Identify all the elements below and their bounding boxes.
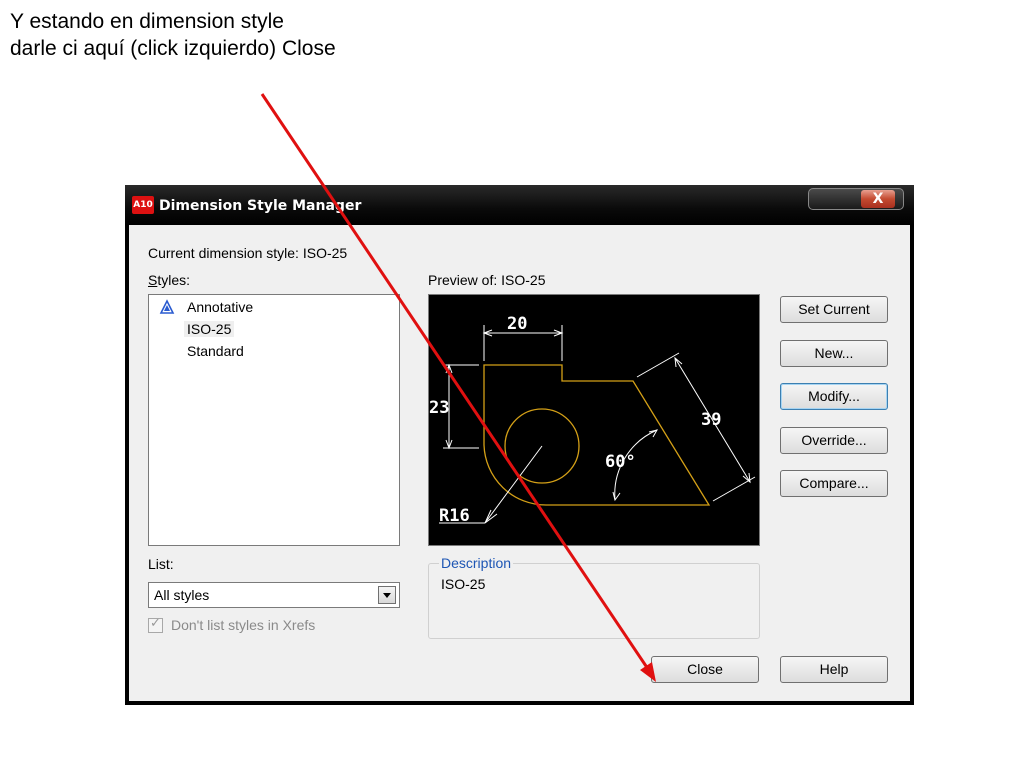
caption-line-2: darle ci aquí (click izquierdo) Close	[10, 37, 336, 60]
preview-drawing: 20 23 39 60° R16	[429, 314, 756, 526]
title-bar[interactable]: A10 Dimension Style Manager X	[125, 185, 914, 225]
description-title: Description	[439, 555, 514, 571]
compare-label[interactable]: Compare...	[799, 475, 868, 491]
override-button[interactable]: Override...	[780, 427, 888, 454]
window-close-button[interactable]: X	[808, 188, 904, 210]
style-item-iso-25[interactable]: ISO-25	[184, 321, 235, 337]
preview-dim-r16: R16	[439, 506, 470, 526]
dont-list-xrefs-label[interactable]: Don't list styles in Xrefs	[171, 617, 315, 633]
new-button[interactable]: New...	[780, 340, 888, 367]
autocad-app-icon: A10	[132, 196, 154, 214]
annotative-icon	[159, 299, 175, 314]
instruction-caption: Y estando en dimension style darle ci aq…	[10, 8, 336, 62]
modify-button[interactable]: Modify...	[780, 383, 888, 410]
style-item-annotative[interactable]: Annotative	[187, 299, 253, 315]
list-filter-value[interactable]: All styles	[154, 587, 209, 603]
styles-label-text: tyles:	[157, 272, 191, 288]
styles-listbox[interactable]: Annotative ISO-25 Standard	[148, 294, 400, 546]
style-preview-panel: 20 23 39 60° R16	[428, 294, 760, 546]
set-current-label[interactable]: Set Current	[798, 301, 870, 317]
compare-button[interactable]: Compare...	[780, 470, 888, 497]
description-text: ISO-25	[441, 576, 486, 592]
preview-dim-23: 23	[429, 398, 449, 418]
dont-list-xrefs-checkbox[interactable]	[148, 616, 163, 633]
dialog-title: Dimension Style Manager	[159, 198, 362, 214]
close-button[interactable]: Close	[651, 656, 759, 683]
help-button[interactable]: Help	[780, 656, 888, 683]
styles-label: Styles:	[148, 272, 191, 288]
override-label[interactable]: Override...	[801, 432, 866, 448]
list-label: List:	[148, 556, 174, 572]
dimension-style-manager-dialog: A10 Dimension Style Manager X Current di…	[125, 185, 914, 705]
dialog-body: Current dimension style: ISO-25 Styles: …	[129, 225, 910, 701]
new-label[interactable]: New...	[815, 345, 854, 361]
help-label[interactable]: Help	[820, 661, 849, 677]
caption-line-1: Y estando en dimension style	[10, 10, 284, 33]
set-current-button[interactable]: Set Current	[780, 296, 888, 323]
preview-label: Preview of: ISO-25	[428, 272, 546, 288]
modify-label[interactable]: Modify...	[808, 388, 860, 404]
preview-dim-39: 39	[701, 410, 721, 430]
preview-part-outline	[483, 364, 711, 506]
description-group: Description ISO-25	[428, 555, 760, 639]
preview-dim-20: 20	[507, 314, 527, 334]
close-icon[interactable]: X	[861, 190, 895, 208]
style-item-iso-25-label[interactable]: ISO-25	[184, 321, 235, 337]
list-filter-select[interactable]: All styles	[148, 582, 400, 608]
chevron-down-icon[interactable]	[378, 586, 396, 604]
current-style-label: Current dimension style: ISO-25	[148, 245, 348, 261]
preview-dim-60: 60°	[605, 452, 636, 472]
style-item-standard[interactable]: Standard	[187, 343, 244, 359]
close-label[interactable]: Close	[687, 661, 723, 677]
